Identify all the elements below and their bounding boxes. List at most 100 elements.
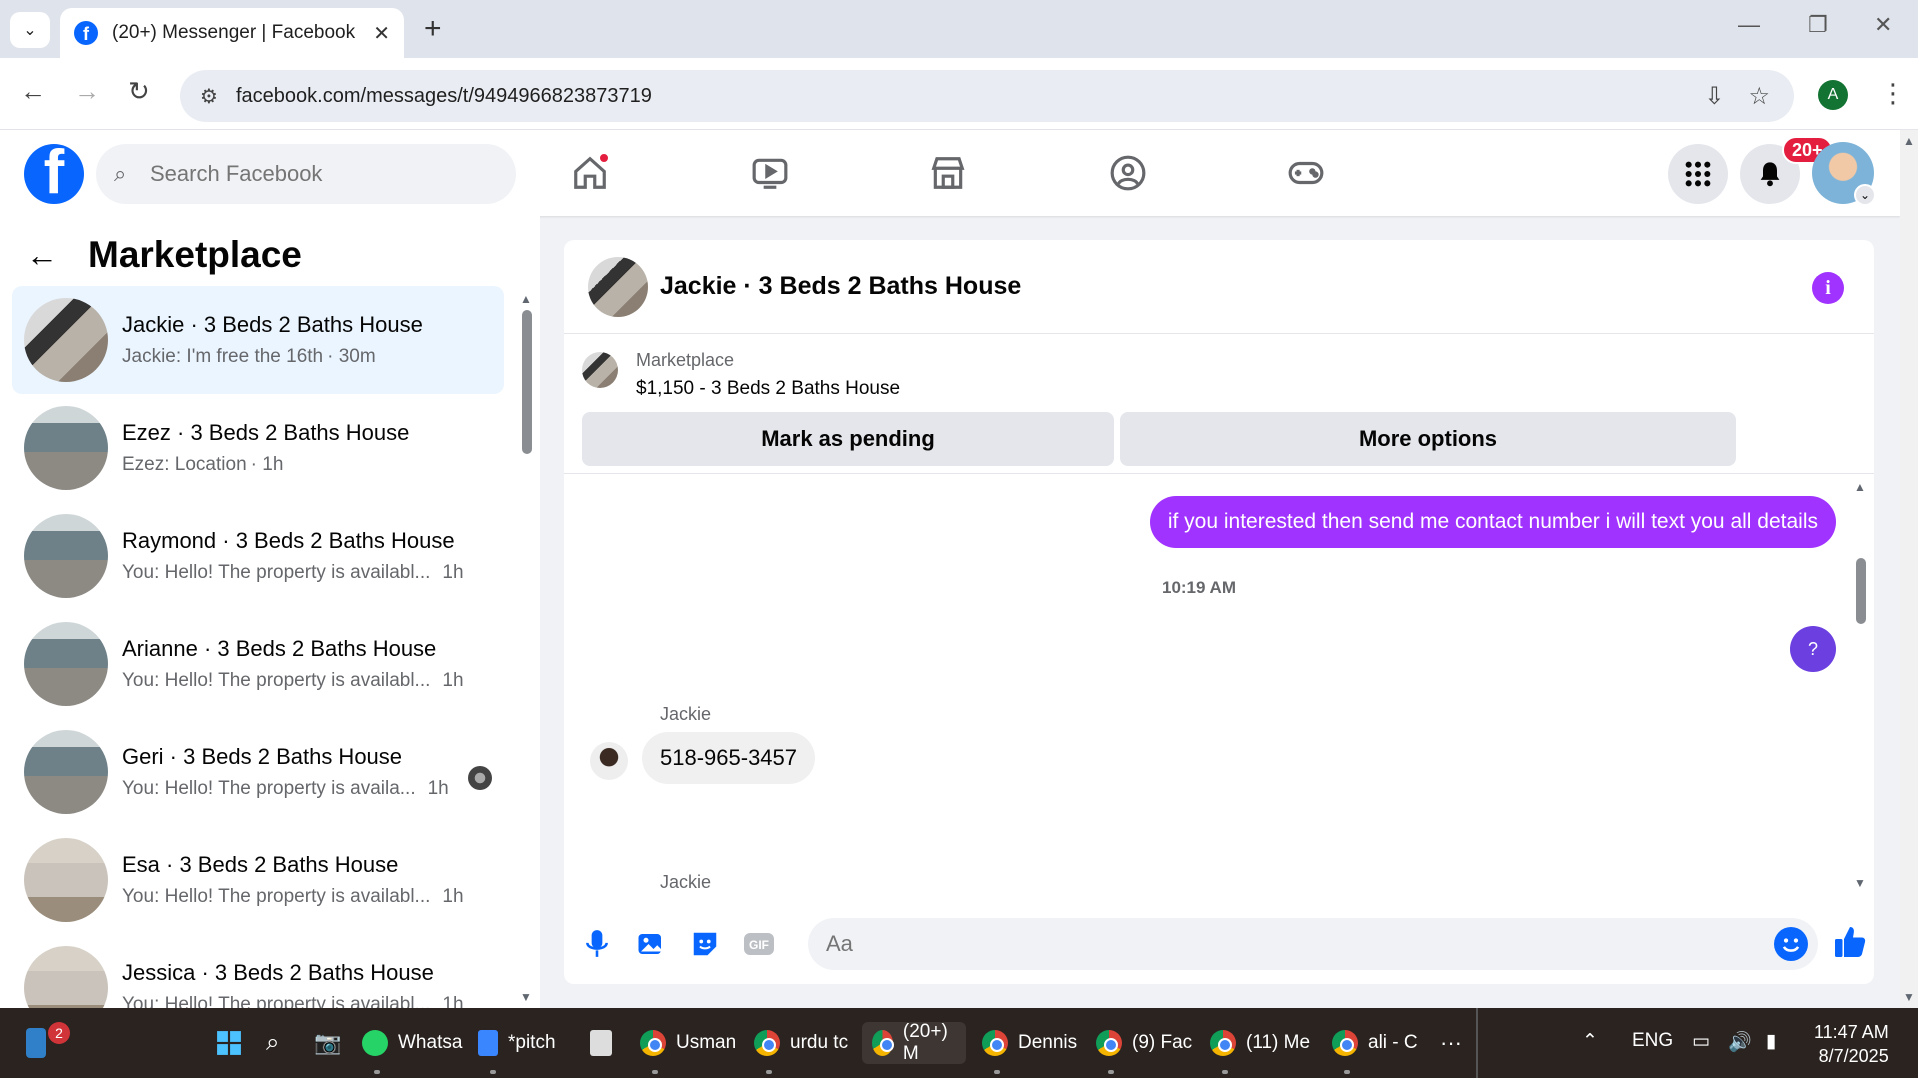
close-tab-icon[interactable]: ✕ (373, 21, 390, 46)
chat-avatar[interactable] (588, 256, 648, 317)
chrome-icon (872, 1030, 894, 1056)
conversation-time: 1h (442, 670, 464, 691)
more-options-button[interactable]: More options (1120, 412, 1736, 466)
scroll-up-icon[interactable]: ▲ (520, 292, 532, 306)
start-button[interactable] (216, 1022, 242, 1064)
chevron-up-icon[interactable]: ⌃ (1582, 1030, 1598, 1053)
message-input-wrapper[interactable] (808, 918, 1818, 970)
scroll-thumb[interactable] (522, 310, 532, 454)
message-input[interactable] (826, 931, 1774, 957)
microphone-icon[interactable] (570, 929, 624, 959)
scroll-thumb[interactable] (1856, 558, 1866, 624)
notification-count-badge: 2 (48, 1022, 70, 1044)
page-scrollbar[interactable]: ▲ ▼ (1900, 130, 1918, 1008)
thumbs-up-icon[interactable] (1832, 924, 1868, 965)
message-composer: GIF (564, 904, 1874, 984)
taskbar-app[interactable] (590, 1022, 622, 1064)
browser-profile-avatar[interactable]: A (1818, 80, 1848, 110)
taskbar-app[interactable]: Whatsа (362, 1022, 462, 1074)
gaming-icon[interactable] (1276, 150, 1336, 196)
taskbar-app-active[interactable]: (20+) M (862, 1022, 966, 1064)
scroll-down-icon[interactable]: ▼ (1854, 876, 1866, 890)
taskbar-app-label: urdu tc (790, 1032, 849, 1053)
conversation-item[interactable]: Esa · 3 Beds 2 Baths House You: Hello! T… (12, 826, 504, 934)
chrome-icon (640, 1030, 666, 1056)
video-icon[interactable] (740, 150, 800, 196)
browser-tab-active[interactable]: f (20+) Messenger | Facebook ✕ (60, 8, 404, 58)
back-icon[interactable]: ← (20, 76, 46, 107)
scroll-down-icon[interactable]: ▼ (1903, 990, 1915, 1004)
taskbar-app[interactable]: *pitch (478, 1022, 556, 1074)
omnibox[interactable]: ⚙ facebook.com/messages/t/94949668238737… (180, 70, 1794, 122)
conversation-time: 1h (442, 562, 464, 583)
taskbar-app[interactable]: (11) Me (1210, 1022, 1310, 1074)
minimize-icon[interactable]: — (1738, 12, 1760, 38)
marketplace-icon[interactable] (918, 150, 978, 196)
tab-search-button[interactable]: ⌄ (10, 12, 50, 48)
left-scrollbar[interactable]: ▲ ▼ (520, 292, 534, 1004)
back-arrow-icon[interactable]: ← (26, 237, 58, 274)
gif-icon[interactable]: GIF (732, 930, 786, 958)
restore-icon[interactable]: ❐ (1808, 12, 1828, 38)
conversation-item[interactable]: Jessica · 3 Beds 2 Baths House You: Hell… (12, 934, 504, 1008)
taskbar-app[interactable]: Dennis (982, 1022, 1077, 1074)
emoji-icon[interactable] (1774, 927, 1808, 961)
more-apps-button[interactable]: ··· (1440, 1022, 1462, 1064)
clock-date: 8/7/2025 (1818, 1046, 1889, 1066)
account-avatar[interactable]: ⌄ (1812, 142, 1876, 206)
language-indicator[interactable]: ENG (1632, 1030, 1673, 1052)
outgoing-message[interactable]: ? (1790, 626, 1836, 672)
system-clock[interactable]: 11:47 AM 8/7/2025 (1814, 1020, 1889, 1068)
outgoing-message[interactable]: if you interested then send me contact n… (1149, 496, 1836, 548)
site-info-icon[interactable]: ⚙ (200, 84, 226, 109)
running-indicator (1222, 1070, 1228, 1074)
listing-thumbnail[interactable] (582, 352, 618, 388)
listing-title[interactable]: $1,150 - 3 Beds 2 Baths House (636, 378, 900, 400)
scroll-down-icon[interactable]: ▼ (520, 990, 532, 1004)
home-icon[interactable] (560, 150, 620, 196)
taskbar-app[interactable]: (9) Fac (1096, 1022, 1192, 1074)
chrome-icon (754, 1030, 780, 1056)
forward-icon[interactable]: → (74, 76, 100, 107)
conversation-time: 1h (427, 778, 449, 799)
install-app-icon[interactable]: ⇩ (1704, 82, 1724, 111)
search-input[interactable] (150, 161, 490, 187)
conversation-item[interactable]: Ezez · 3 Beds 2 Baths House Ezez: Locati… (12, 394, 504, 502)
browser-menu-icon[interactable]: ⋮ (1880, 78, 1906, 109)
photo-icon[interactable] (624, 929, 678, 959)
conversation-item[interactable]: Jackie · 3 Beds 2 Baths House Jackie: I'… (12, 286, 504, 394)
groups-icon[interactable] (1098, 150, 1158, 196)
mark-as-pending-button[interactable]: Mark as pending (582, 412, 1114, 466)
listing-thumbnail (24, 298, 108, 382)
network-icon[interactable]: ▭ (1692, 1030, 1710, 1053)
conversation-preview: Ezez: Location (122, 454, 247, 475)
conversation-item[interactable]: Raymond · 3 Beds 2 Baths House You: Hell… (12, 502, 504, 610)
reload-icon[interactable]: ↻ (128, 76, 150, 107)
scroll-up-icon[interactable]: ▲ (1854, 480, 1866, 494)
new-tab-button[interactable]: + (424, 14, 442, 44)
close-window-icon[interactable]: ✕ (1874, 12, 1892, 38)
sender-avatar[interactable] (590, 742, 628, 780)
chat-scrollbar[interactable]: ▲ ▼ (1854, 480, 1868, 890)
camera-app-button[interactable]: 📷 (314, 1022, 341, 1064)
incoming-message[interactable]: 518-965-3457 (642, 732, 816, 784)
taskbar-app[interactable]: ali - C (1332, 1022, 1418, 1074)
search-button[interactable]: ⌕ (266, 1022, 279, 1064)
battery-icon[interactable]: ▮ (1766, 1030, 1776, 1053)
facebook-search[interactable]: ⌕ (96, 144, 516, 204)
info-icon[interactable]: i (1812, 272, 1844, 304)
conversation-item[interactable]: Geri · 3 Beds 2 Baths House You: Hello! … (12, 718, 504, 826)
taskbar-app[interactable]: urdu tc (754, 1022, 849, 1074)
url-text[interactable]: facebook.com/messages/t/9494966823873719 (236, 85, 1704, 108)
conversation-item[interactable]: Arianne · 3 Beds 2 Baths House You: Hell… (12, 610, 504, 718)
facebook-logo-icon[interactable]: f (24, 144, 84, 204)
address-bar-row: ← → ↻ ⚙ facebook.com/messages/t/94949668… (0, 58, 1918, 130)
sticker-icon[interactable] (678, 929, 732, 959)
bookmark-star-icon[interactable]: ☆ (1748, 82, 1770, 111)
volume-icon[interactable]: 🔊 (1728, 1030, 1752, 1054)
taskbar-app[interactable]: Usman (640, 1022, 736, 1074)
chat-title[interactable]: Jackie · 3 Beds 2 Baths House (660, 272, 1021, 301)
menu-grid-button[interactable] (1668, 144, 1728, 204)
scroll-up-icon[interactable]: ▲ (1903, 134, 1915, 148)
running-indicator (766, 1070, 772, 1074)
